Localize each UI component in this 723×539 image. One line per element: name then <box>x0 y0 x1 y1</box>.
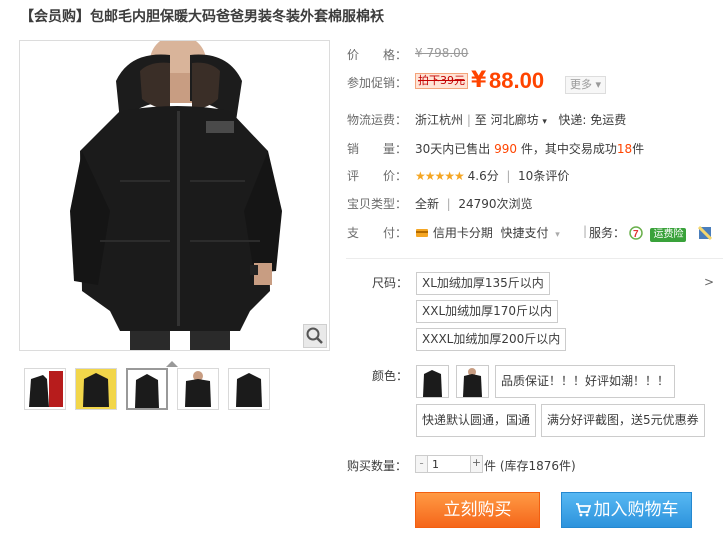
more-promos-button[interactable]: 更多 ▾ <box>565 76 607 94</box>
shipping-insurance-badge[interactable]: 运费险 <box>650 228 687 242</box>
price-row: 价 格： ¥ 798.00 <box>347 46 468 63</box>
item-condition: 全新 <box>415 197 440 211</box>
svg-text:7: 7 <box>633 229 639 240</box>
shipping-row: 物流运费： 浙江杭州 | 至 河北廊坊 ▾ 快递: 免运费 <box>347 111 626 128</box>
sales-suffix: 件 <box>632 142 645 156</box>
thumbnail-5[interactable] <box>228 368 270 410</box>
section-divider <box>346 258 723 259</box>
stock-info: 件 (库存1876件) <box>484 459 576 473</box>
view-count: 24790次浏览 <box>458 197 533 211</box>
sold-count: 990 <box>494 142 518 156</box>
promo-currency: ¥ <box>471 68 487 93</box>
more-label: 更多 <box>570 78 592 91</box>
ship-destination: 河北廊坊 <box>490 113 539 127</box>
add-to-cart-label: 加入购物车 <box>593 500 679 520</box>
rating-separator: | <box>506 169 511 183</box>
color-label: 颜色： <box>372 369 409 383</box>
sales-middle: 件，其中交易成功 <box>520 142 617 156</box>
add-to-cart-button[interactable]: 加入购物车 <box>561 492 692 528</box>
promo-price: 88.00 <box>489 68 545 93</box>
jacket-thumbnail-icon <box>229 369 269 409</box>
jacket-thumbnail-icon <box>128 370 166 408</box>
size-option-xxxl[interactable]: XXXL加绒加厚200斤以内 <box>416 328 567 351</box>
quantity-decrease-button[interactable]: - <box>416 456 428 472</box>
jacket-thumbnail-icon <box>76 369 116 409</box>
shipping-label: 物流运费： <box>347 113 408 127</box>
sales-label: 销 量： <box>347 142 408 156</box>
service-guarantee-icon[interactable] <box>697 226 712 240</box>
chevron-down-icon: ▾ <box>542 117 547 127</box>
quantity-increase-button[interactable]: + <box>470 456 482 472</box>
zoom-button[interactable] <box>303 324 327 348</box>
magnifier-icon <box>306 327 323 344</box>
color-swatch-black-2[interactable] <box>456 365 489 398</box>
item-type-label: 宝贝类型： <box>347 197 408 211</box>
payment-label: 支 付： <box>347 226 408 240</box>
destination-selector[interactable]: 河北廊坊 ▾ <box>491 113 547 127</box>
payment-divider: | <box>583 224 588 238</box>
payment-more-icon[interactable]: ▾ <box>552 230 560 240</box>
active-thumbnail-indicator <box>166 361 178 367</box>
credit-card-icon <box>416 229 428 237</box>
buy-now-label: 立刻购买 <box>443 500 512 520</box>
rating-score: 4.6分 <box>467 169 499 183</box>
ship-separator: | <box>466 113 471 127</box>
jacket-swatch-icon <box>417 366 448 397</box>
color-swatch-black-1[interactable] <box>416 365 449 398</box>
reviews-link[interactable]: 10条评价 <box>518 169 569 183</box>
quantity-stepper: - + <box>415 455 483 473</box>
rating-row: 评 价： ★★★★★ 4.6分 | 10条评价 <box>347 167 569 184</box>
thumbnail-4[interactable] <box>177 368 219 410</box>
cart-icon <box>575 503 591 517</box>
buy-now-button[interactable]: 立刻购买 <box>415 492 540 528</box>
service-seven-day-icon[interactable]: 7 <box>629 226 643 240</box>
item-type-separator: | <box>446 197 451 211</box>
quantity-input[interactable] <box>429 456 469 472</box>
payment-method-quick: 快捷支付 <box>500 226 549 240</box>
thumbnail-2[interactable] <box>75 368 117 410</box>
size-expand-arrow[interactable]: > <box>704 275 714 289</box>
rating-label: 评 价： <box>347 169 408 183</box>
rating-stars-icon: ★★★★★ <box>415 169 465 183</box>
jacket-thumbnail-icon <box>178 369 218 409</box>
ship-to-label: 至 <box>474 113 487 127</box>
ship-origin: 浙江杭州 <box>415 113 464 127</box>
jacket-swatch-icon <box>457 366 488 397</box>
sales-row: 销 量： 30天内已售出 990 件，其中交易成功18件 <box>347 140 644 157</box>
size-option-xl[interactable]: XL加绒加厚135斤以内 <box>416 272 550 295</box>
payment-row: 支 付： 信用卡分期 快捷支付 ▾ | 服务： 7 运费险 <box>347 224 712 242</box>
success-count: 18 <box>616 142 633 156</box>
promo-badge: 拍下39元 <box>415 73 468 89</box>
size-label: 尺码： <box>372 276 409 290</box>
size-option-xxl[interactable]: XXL加绒加厚170斤以内 <box>416 300 559 323</box>
price-label: 价 格： <box>347 48 408 62</box>
item-type-row: 宝贝类型： 全新 | 24790次浏览 <box>347 195 533 212</box>
original-price: ¥ 798.00 <box>415 46 469 60</box>
jacket-thumbnail-icon <box>25 369 65 409</box>
thumbnail-3[interactable] <box>126 368 168 410</box>
payment-method-credit: 信用卡分期 <box>432 226 493 240</box>
color-option-coupon[interactable]: 满分好评截图，送5元优惠券 <box>541 404 705 437</box>
promo-label: 参加促销： <box>347 76 408 90</box>
main-product-image[interactable] <box>19 40 330 351</box>
thumbnail-1[interactable] <box>24 368 66 410</box>
color-option-express[interactable]: 快递默认圆通，国通 <box>416 404 537 437</box>
express-fee: 快递: 免运费 <box>558 113 627 127</box>
sales-prefix: 30天内已售出 <box>415 142 491 156</box>
product-title: 【会员购】包邮毛内胆保暖大码爸爸男装冬装外套棉服棉袄 <box>20 9 384 25</box>
quantity-label: 购买数量： <box>347 459 408 473</box>
services-label: 服务： <box>589 226 626 240</box>
color-option-quality[interactable]: 品质保证！！！好评如潮！！！ <box>495 365 676 398</box>
jacket-photo <box>20 41 329 350</box>
